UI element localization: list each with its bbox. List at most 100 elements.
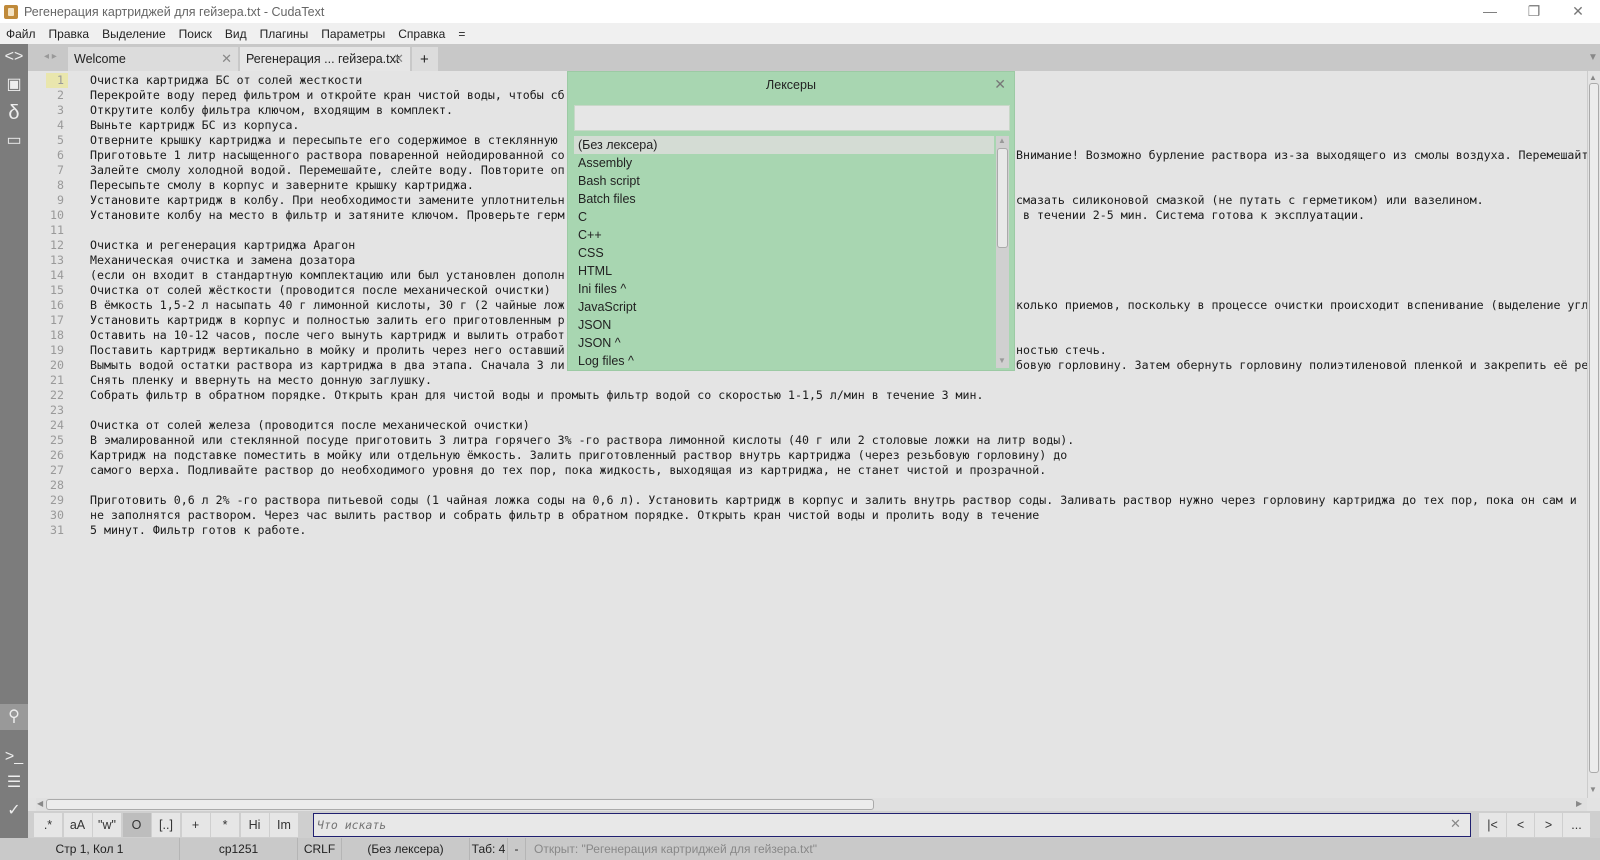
close-tab-icon[interactable]: ✕ <box>221 51 232 67</box>
find-first-button[interactable]: |< <box>1479 813 1506 837</box>
editor-line[interactable]: 27 самого верха. Подливайте раствор до не… <box>28 463 1587 478</box>
line-text: Собрать фильтр в обратном порядке. Откры… <box>90 388 984 402</box>
lexer-item[interactable]: Log files ^ <box>574 352 994 368</box>
lexer-item[interactable]: Assembly <box>574 154 994 172</box>
find-option-immediate-button[interactable]: Im <box>270 813 298 837</box>
find-option-case-button[interactable]: aA <box>63 813 92 837</box>
find-next-button[interactable]: > <box>1535 813 1562 837</box>
line-number: 23 <box>50 403 64 417</box>
find-option-wrapped-button[interactable]: O <box>122 813 151 837</box>
editor-line[interactable]: 23 <box>28 403 1587 418</box>
find-option-whole-word-button[interactable]: "w" <box>93 813 121 837</box>
menu-item[interactable]: Правка <box>49 27 97 41</box>
menu-item[interactable]: Параметры <box>321 27 392 41</box>
status-position[interactable]: Стр 1, Кол 1 <box>0 838 180 860</box>
find-option-in-selection-button[interactable]: [..] <box>152 813 180 837</box>
editor-line[interactable]: 22 Собрать фильтр в обратном порядке. Отк… <box>28 388 1587 403</box>
line-text: Вымыть водой остатки раствора из картрид… <box>90 358 565 372</box>
add-tab-button[interactable]: + <box>412 47 438 71</box>
editor-line[interactable]: 25 В эмалированной или стеклянной посуде … <box>28 433 1587 448</box>
status-line-ending[interactable]: CRLF <box>298 838 342 860</box>
find-input[interactable] <box>313 813 1471 837</box>
line-text: Залейте смолу холодной водой. Перемешайт… <box>90 163 565 177</box>
close-tab-icon[interactable]: ✕ <box>393 51 404 67</box>
lexer-list-scrollbar[interactable]: ▲ ▼ <box>996 136 1009 368</box>
tab-scroll-arrows-icon[interactable]: ◂ ▸ <box>44 51 57 62</box>
lexer-item[interactable]: (Без лексера) <box>574 136 994 154</box>
editor-line[interactable]: 29 Приготовить 0,6 л 2% -го раствора пить… <box>28 493 1587 508</box>
lexer-item[interactable]: Batch files <box>574 190 994 208</box>
output-list-icon[interactable]: ☰ <box>0 770 28 796</box>
editor-line[interactable]: 31 5 минут. Фильтр готов к работе. <box>28 523 1587 538</box>
tabs-menu-chevron-icon[interactable]: ▼ <box>1588 52 1598 63</box>
editor-line[interactable]: 30 не заполнятся раствором. Через час выл… <box>28 508 1587 523</box>
lexer-item[interactable]: JSON ^ <box>574 334 994 352</box>
line-text: Отверните крышку картриджа и пересыпьте … <box>90 133 558 147</box>
lexer-item[interactable]: CSS <box>574 244 994 262</box>
line-text: Механическая очистка и замена дозатора <box>90 253 356 267</box>
menu-item[interactable]: = <box>458 27 472 41</box>
line-number: 31 <box>50 523 64 537</box>
editor-line[interactable]: 24 Очистка от солей железа (проводится по… <box>28 418 1587 433</box>
minimize-button[interactable]: — <box>1468 0 1512 23</box>
line-text: В ёмкость 1,5-2 л насыпать 40 г лимонной… <box>90 298 565 312</box>
lexer-item[interactable]: C++ <box>574 226 994 244</box>
lexer-item[interactable]: HTML <box>574 262 994 280</box>
line-number: 5 <box>57 133 64 147</box>
status-lexer[interactable]: (Без лексера) <box>342 838 470 860</box>
line-text: Открутите колбу фильтра ключом, входящим… <box>90 103 453 117</box>
tab-document[interactable]: Регенерация ... гейзера.txt ✕ <box>240 47 410 71</box>
lexer-item[interactable]: Bash script <box>574 172 994 190</box>
find-option-confirm-button[interactable]: * <box>211 813 239 837</box>
vertical-scrollbar[interactable]: ▲ ▼ <box>1587 71 1600 798</box>
line-text: самого верха. Подливайте раствор до необ… <box>90 463 1047 477</box>
line-text: Установите колбу на место в фильтр и зат… <box>90 208 565 222</box>
tabs-panel-icon[interactable]: ▭ <box>0 128 28 154</box>
horizontal-scrollbar[interactable]: ◀ ▶ <box>36 798 1587 811</box>
find-option-highlight-button[interactable]: Hi <box>240 813 269 837</box>
tab-welcome[interactable]: Welcome ✕ <box>68 47 238 71</box>
validate-check-icon[interactable]: ✓ <box>0 798 28 824</box>
line-number: 13 <box>50 253 64 267</box>
scroll-thumb[interactable] <box>1589 83 1599 773</box>
menu-item[interactable]: Выделение <box>102 27 173 41</box>
status-encoding[interactable]: cp1251 <box>180 838 298 860</box>
code-tree-icon[interactable]: <> <box>0 44 28 70</box>
restore-button[interactable]: ❐ <box>1512 0 1556 23</box>
search-icon[interactable]: ⚲ <box>0 704 28 730</box>
scroll-thumb[interactable] <box>997 148 1008 248</box>
editor-line[interactable]: 21 Снять пленку и ввернуть на место донну… <box>28 373 1587 388</box>
close-button[interactable]: ✕ <box>1556 0 1600 23</box>
line-text: Установить картридж в корпус и полностью… <box>90 313 565 327</box>
line-text: Перекройте воду перед фильтром и откройт… <box>90 88 565 102</box>
line-number: 27 <box>50 463 64 477</box>
scroll-thumb[interactable] <box>46 799 874 810</box>
line-number: 9 <box>57 193 64 207</box>
menu-item[interactable]: Вид <box>225 27 254 41</box>
tab-label: Регенерация ... гейзера.txt <box>246 52 400 66</box>
find-menu-button[interactable]: ... <box>1563 813 1590 837</box>
find-prev-button[interactable]: < <box>1507 813 1534 837</box>
lexer-item[interactable]: JavaScript <box>574 298 994 316</box>
menu-item[interactable]: Справка <box>398 27 452 41</box>
menu-item[interactable]: Поиск <box>179 27 219 41</box>
lexer-filter-input[interactable] <box>574 105 1010 131</box>
line-number: 8 <box>57 178 64 192</box>
status-tab-size[interactable]: Таб: 4 <box>470 838 508 860</box>
clear-find-icon[interactable]: ✕ <box>1450 816 1461 832</box>
find-option-regex-button[interactable]: .* <box>34 813 62 837</box>
menu-item[interactable]: Файл <box>6 27 43 41</box>
find-option-multiline-button[interactable]: + <box>181 813 210 837</box>
delta-icon[interactable]: δ <box>0 100 28 126</box>
line-text-right: в течении 2-5 мин. Система готова к эксп… <box>1016 208 1366 222</box>
lexer-item[interactable]: JSON <box>574 316 994 334</box>
line-text: В эмалированной или стеклянной посуде пр… <box>90 433 1075 447</box>
lexer-item[interactable]: Ini files ^ <box>574 280 994 298</box>
console-icon[interactable]: >_ <box>0 744 28 770</box>
editor-line[interactable]: 26 Картридж на подставке поместить в мойк… <box>28 448 1587 463</box>
editor-line[interactable]: 28 <box>28 478 1587 493</box>
project-box-icon[interactable]: ▣ <box>0 72 28 98</box>
lexer-item[interactable]: C <box>574 208 994 226</box>
close-icon[interactable]: ✕ <box>994 76 1006 93</box>
menu-item[interactable]: Плагины <box>260 27 316 41</box>
